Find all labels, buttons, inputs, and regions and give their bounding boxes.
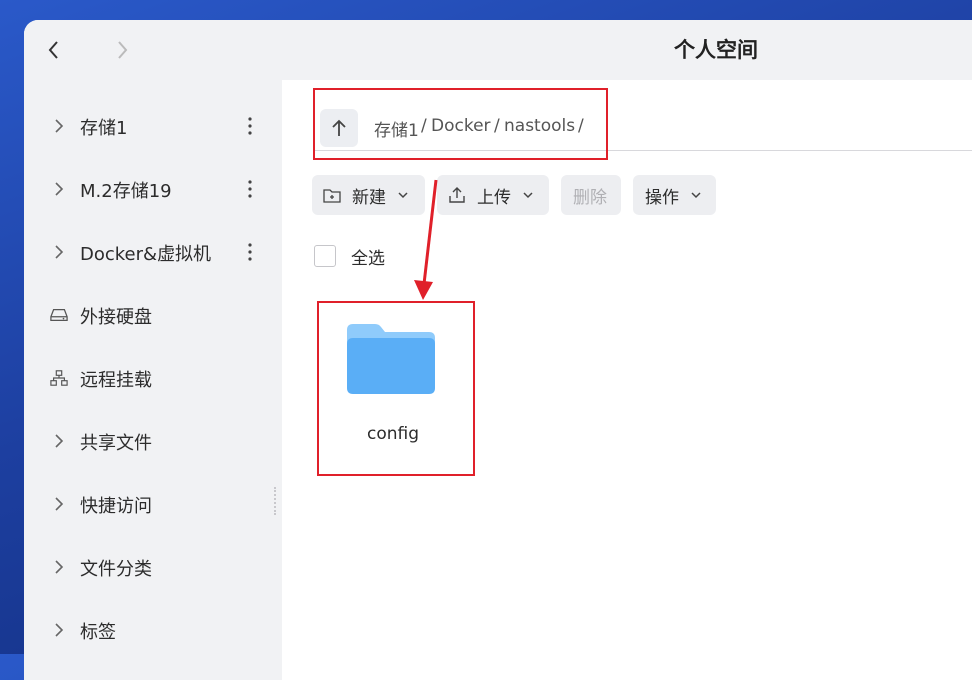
delete-button[interactable]: 删除 [561,175,621,215]
sidebar: 存储1 M.2存储19 Docker&虚拟机 外接硬盘 远程挂载 共享文件 快捷… [24,80,282,680]
network-icon [50,370,68,386]
upload-label: 上传 [477,187,511,208]
breadcrumb-separator: / [421,116,427,136]
sidebar-item-label: 共享文件 [80,433,152,454]
more-vertical-icon[interactable] [244,114,256,138]
actions-label: 操作 [645,187,679,208]
new-folder-icon [323,189,341,203]
chevron-right-icon [55,119,64,133]
breadcrumb: 存储1 / Docker / nastools / [314,102,972,151]
external-drive-icon [50,308,68,322]
chevron-right-icon [55,623,64,637]
upload-icon [449,187,465,203]
chevron-down-icon [398,192,408,199]
breadcrumb-separator: / [494,116,500,136]
chevron-right-icon [55,497,64,511]
folder-icon [347,324,435,394]
folder-name: config [366,424,420,444]
sidebar-item-storage1[interactable]: 存储1 [24,104,282,148]
folder-item[interactable]: config [322,308,464,468]
chevron-right-icon [55,434,64,448]
sidebar-item-quick-access[interactable]: 快捷访问 [24,482,282,526]
forward-button[interactable] [108,36,136,64]
sidebar-item-label: 远程挂载 [80,370,152,391]
sidebar-item-file-categories[interactable]: 文件分类 [24,545,282,589]
new-label: 新建 [352,187,386,208]
chevron-down-icon [691,192,701,199]
sidebar-item-external-drive[interactable]: 外接硬盘 [24,293,282,337]
chevron-right-icon [55,245,64,259]
sidebar-item-remote-mount[interactable]: 远程挂载 [24,356,282,400]
more-vertical-icon[interactable] [244,177,256,201]
select-all-checkbox[interactable] [314,245,336,267]
breadcrumb-segment[interactable]: 存储1 [374,116,419,141]
sidebar-item-label: 存储1 [80,118,128,139]
breadcrumb-segment[interactable]: nastools [504,116,575,136]
sidebar-item-shared-files[interactable]: 共享文件 [24,419,282,463]
chevron-right-icon [55,182,64,196]
chevron-left-icon [48,41,58,59]
chevron-right-icon [118,41,128,59]
back-button[interactable] [40,36,68,64]
window-title: 个人空间 [674,38,758,62]
sidebar-resize-handle[interactable] [274,487,280,515]
sidebar-item-label: Docker&虚拟机 [80,244,212,265]
breadcrumb-segment[interactable]: Docker [431,116,491,136]
upload-button[interactable]: 上传 [437,175,549,215]
select-all-label[interactable]: 全选 [351,244,385,269]
more-vertical-icon[interactable] [244,240,256,264]
new-button[interactable]: 新建 [312,175,425,215]
sidebar-item-label: 外接硬盘 [80,307,152,328]
arrow-up-icon [332,119,346,136]
chevron-down-icon [523,192,533,199]
sidebar-item-label: 文件分类 [80,559,152,580]
sidebar-item-m2-storage19[interactable]: M.2存储19 [24,167,282,211]
delete-label: 删除 [573,187,607,208]
sidebar-item-tags[interactable]: 标签 [24,608,282,652]
sidebar-item-label: 标签 [80,622,116,643]
actions-button[interactable]: 操作 [633,175,716,215]
sidebar-item-label: M.2存储19 [80,181,172,202]
sidebar-item-docker-vm[interactable]: Docker&虚拟机 [24,230,282,274]
title-bar: 个人空间 [24,20,972,80]
main-content: 存储1 / Docker / nastools / 新建 上传 删除 操作 全选 [282,80,972,680]
parent-folder-button[interactable] [320,109,358,147]
breadcrumb-separator: / [578,116,584,136]
sidebar-item-label: 快捷访问 [80,496,152,517]
chevron-right-icon [55,560,64,574]
file-manager-window: 个人空间 存储1 M.2存储19 Docker&虚拟机 外接硬盘 远程挂载 共享… [24,20,972,680]
